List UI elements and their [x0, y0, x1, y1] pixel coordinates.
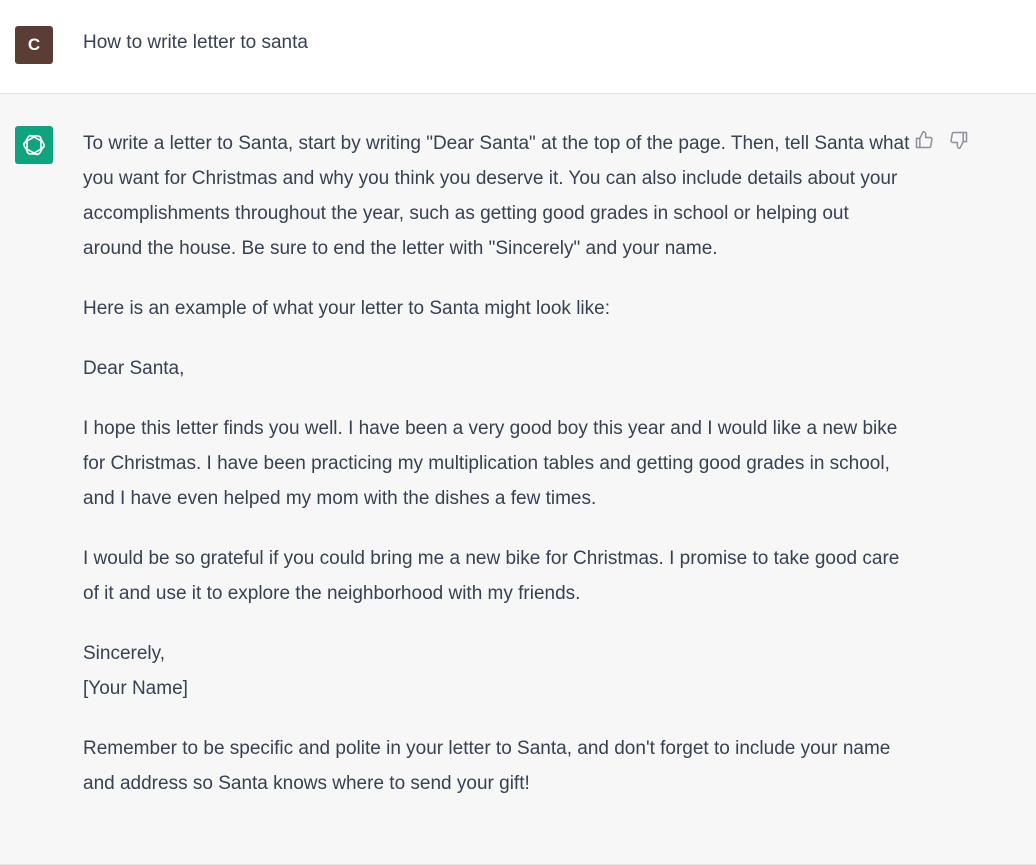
response-paragraph: To write a letter to Santa, start by wri… — [83, 133, 910, 259]
response-paragraph: Dear Santa, — [83, 358, 185, 379]
assistant-message-row: To write a letter to Santa, start by wri… — [0, 94, 1036, 865]
user-message-text: How to write letter to santa — [83, 32, 308, 53]
response-paragraph: Remember to be specific and polite in yo… — [83, 738, 891, 794]
user-avatar: C — [15, 26, 53, 64]
thumbs-up-icon[interactable] — [912, 128, 936, 152]
response-paragraph: Sincerely, [Your Name] — [83, 643, 188, 699]
response-paragraph: I would be so grateful if you could brin… — [83, 548, 900, 604]
response-paragraph: Here is an example of what your letter t… — [83, 298, 610, 319]
response-paragraph: I hope this letter finds you well. I hav… — [83, 418, 898, 509]
user-message-row: C How to write letter to santa — [0, 0, 1036, 94]
thumbs-down-icon[interactable] — [947, 128, 971, 152]
assistant-message-text: To write a letter to Santa, start by wri… — [83, 126, 913, 826]
openai-logo-icon — [15, 126, 53, 164]
